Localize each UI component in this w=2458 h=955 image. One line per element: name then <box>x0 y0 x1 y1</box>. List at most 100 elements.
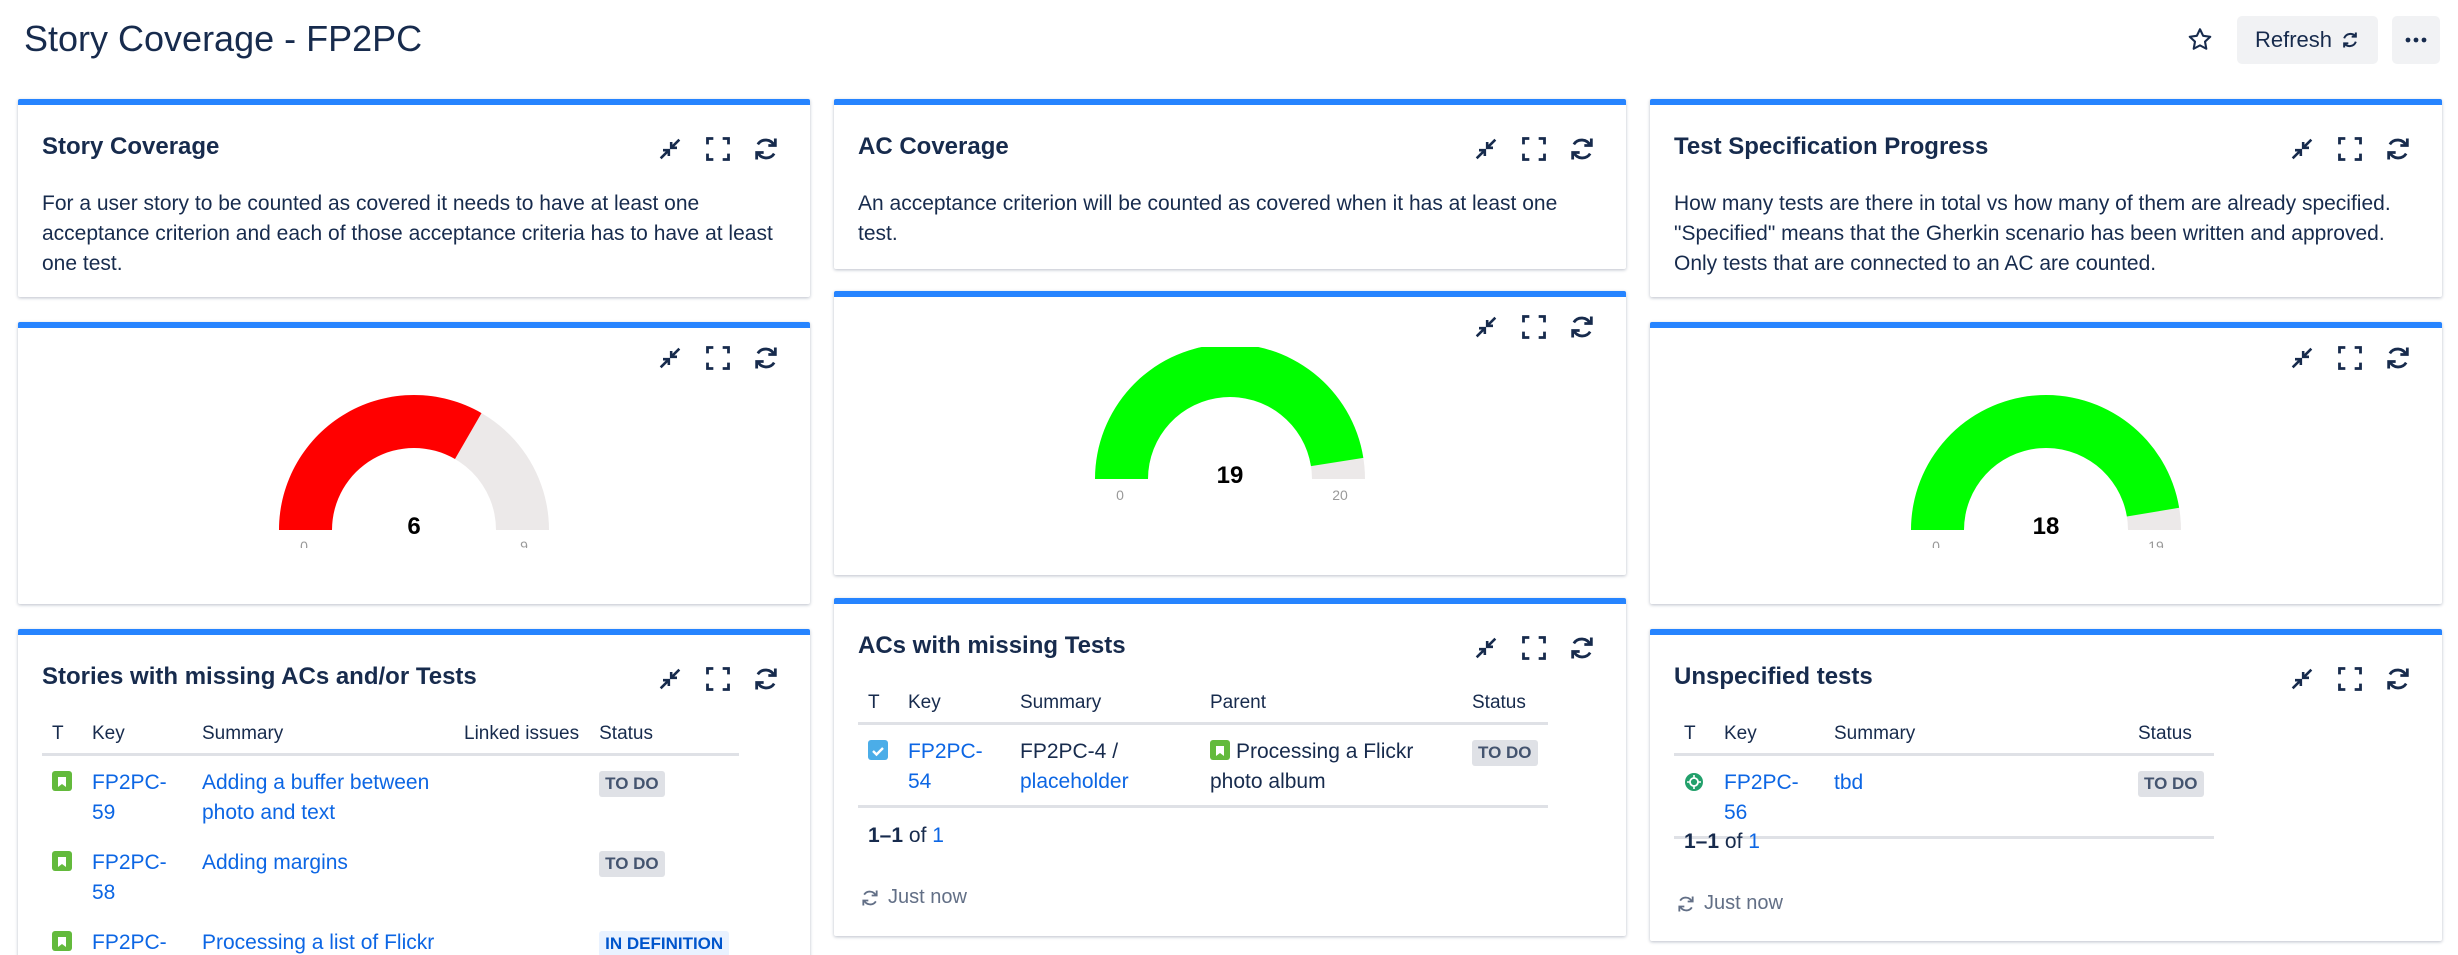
story-type-icon <box>52 851 72 871</box>
star-icon <box>2188 28 2212 50</box>
gadget-title: ACs with missing Tests <box>858 632 1126 659</box>
pagination-of: of <box>1724 830 1743 853</box>
gadget-controls <box>656 665 780 693</box>
reload-icon[interactable] <box>2384 344 2412 372</box>
col-key[interactable]: Key <box>82 723 192 756</box>
col-linked-issues[interactable]: Linked issues <box>454 723 590 756</box>
minimize-icon[interactable] <box>1472 634 1500 662</box>
status-badge: TO DO <box>1472 740 1538 766</box>
col-status[interactable]: Status <box>589 723 740 756</box>
col-summary[interactable]: Summary <box>1010 692 1200 725</box>
issue-key-link[interactable]: FP2PC-29 <box>92 931 167 955</box>
more-button[interactable] <box>2392 16 2440 64</box>
fullscreen-icon[interactable] <box>2336 344 2364 372</box>
ac-coverage-info-gadget: AC Coverage An acceptance criterion will… <box>834 99 1626 269</box>
minimize-icon[interactable] <box>656 665 684 693</box>
fullscreen-icon[interactable] <box>1520 135 1548 163</box>
issue-key-link[interactable]: FP2PC-56 <box>1724 771 1799 824</box>
issue-summary-link[interactable]: placeholder <box>1020 770 1129 793</box>
pagination-range: 1–1 <box>1684 830 1720 853</box>
status-badge: TO DO <box>599 851 665 877</box>
stories-missing-gadget: Stories with missing ACs and/or Tests T … <box>18 629 810 955</box>
table-row: FP2PC-56 tbd TO DO <box>1674 755 2214 838</box>
parent-link[interactable]: Processing a Flickr photo album <box>1210 740 1413 793</box>
gadget-controls <box>656 344 780 372</box>
fullscreen-icon[interactable] <box>704 665 732 693</box>
gadget-title: Unspecified tests <box>1674 663 1873 690</box>
minimize-icon[interactable] <box>1472 135 1500 163</box>
refresh-icon[interactable] <box>860 888 880 908</box>
issue-key-link[interactable]: FP2PC-54 <box>908 740 983 793</box>
issue-summary-link[interactable]: Processing a list of Flickr photos <box>202 931 434 955</box>
table-row: FP2PC-59 Adding a buffer between photo a… <box>42 755 739 837</box>
fullscreen-icon[interactable] <box>1520 313 1548 341</box>
col-key[interactable]: Key <box>1714 723 1824 756</box>
gauge-min-label: 0 <box>1932 538 1940 548</box>
issue-summary-link[interactable]: Adding a buffer between photo and text <box>202 771 429 824</box>
status-badge: IN DEFINITION <box>599 931 730 955</box>
col-type[interactable]: T <box>42 723 82 756</box>
refresh-icon <box>2343 32 2357 48</box>
minimize-icon[interactable] <box>2288 665 2316 693</box>
gadget-description: An acceptance criterion will be counted … <box>858 192 1558 245</box>
gauge-value: 18 <box>2033 513 2060 540</box>
gadget-title: AC Coverage <box>858 133 1009 160</box>
reload-icon[interactable] <box>752 135 780 163</box>
gadget-description: For a user story to be counted as covere… <box>42 192 773 275</box>
fullscreen-icon[interactable] <box>1520 634 1548 662</box>
status-badge: TO DO <box>599 771 665 797</box>
last-updated-text: Just now <box>888 886 967 908</box>
last-updated-text: Just now <box>1704 892 1783 914</box>
gauge-value: 19 <box>1217 462 1244 489</box>
col-summary[interactable]: Summary <box>1824 723 2128 756</box>
issue-summary-link[interactable]: Adding margins <box>202 851 348 874</box>
pagination-range: 1–1 <box>868 824 904 847</box>
col-status[interactable]: Status <box>1462 692 1548 725</box>
col-summary[interactable]: Summary <box>192 723 454 756</box>
last-updated: Just now <box>860 886 967 909</box>
summary-prefix: FP2PC-4 / <box>1020 740 1119 763</box>
issue-key-link[interactable]: FP2PC-58 <box>92 851 167 904</box>
issue-summary-link[interactable]: tbd <box>1834 771 1863 794</box>
minimize-icon[interactable] <box>656 344 684 372</box>
pagination-total-link[interactable]: 1 <box>932 824 944 847</box>
minimize-icon[interactable] <box>2288 135 2316 163</box>
gadget-controls <box>656 135 780 163</box>
table-header-row: T Key Summary Parent Status <box>858 692 1548 725</box>
refresh-icon[interactable] <box>1676 894 1696 914</box>
fullscreen-icon[interactable] <box>2336 665 2364 693</box>
minimize-icon[interactable] <box>1472 313 1500 341</box>
issue-key-link[interactable]: FP2PC-59 <box>92 771 167 824</box>
gauge-fill <box>279 395 482 530</box>
fullscreen-icon[interactable] <box>2336 135 2364 163</box>
fullscreen-icon[interactable] <box>704 344 732 372</box>
linked-issues-cell <box>454 916 589 955</box>
gauge-fill <box>1911 395 2180 530</box>
acs-missing-gadget: ACs with missing Tests T Key Summary Par… <box>834 598 1626 936</box>
reload-icon[interactable] <box>2384 665 2412 693</box>
col-status[interactable]: Status <box>2128 723 2214 756</box>
test-type-icon <box>1684 771 1704 791</box>
reload-icon[interactable] <box>2384 135 2412 163</box>
star-button[interactable] <box>2177 17 2223 63</box>
unspecified-tests-table: T Key Summary Status FP2PC-56 tbd TO DO <box>1674 723 2214 839</box>
linked-issues-cell <box>454 755 589 837</box>
minimize-icon[interactable] <box>656 135 684 163</box>
gauge-fill <box>1095 347 1364 479</box>
col-type[interactable]: T <box>1674 723 1714 756</box>
col-type[interactable]: T <box>858 692 898 725</box>
reload-icon[interactable] <box>1568 313 1596 341</box>
stories-missing-table: T Key Summary Linked issues Status FP2PC… <box>42 723 740 955</box>
minimize-icon[interactable] <box>2288 344 2316 372</box>
fullscreen-icon[interactable] <box>704 135 732 163</box>
reload-icon[interactable] <box>752 344 780 372</box>
gauge-max-label: 19 <box>2148 538 2164 548</box>
refresh-button[interactable]: Refresh <box>2236 16 2378 64</box>
reload-icon[interactable] <box>1568 135 1596 163</box>
story-type-icon <box>52 771 72 791</box>
reload-icon[interactable] <box>1568 634 1596 662</box>
reload-icon[interactable] <box>752 665 780 693</box>
col-parent[interactable]: Parent <box>1200 692 1462 725</box>
col-key[interactable]: Key <box>898 692 1010 725</box>
pagination-total-link[interactable]: 1 <box>1748 830 1760 853</box>
